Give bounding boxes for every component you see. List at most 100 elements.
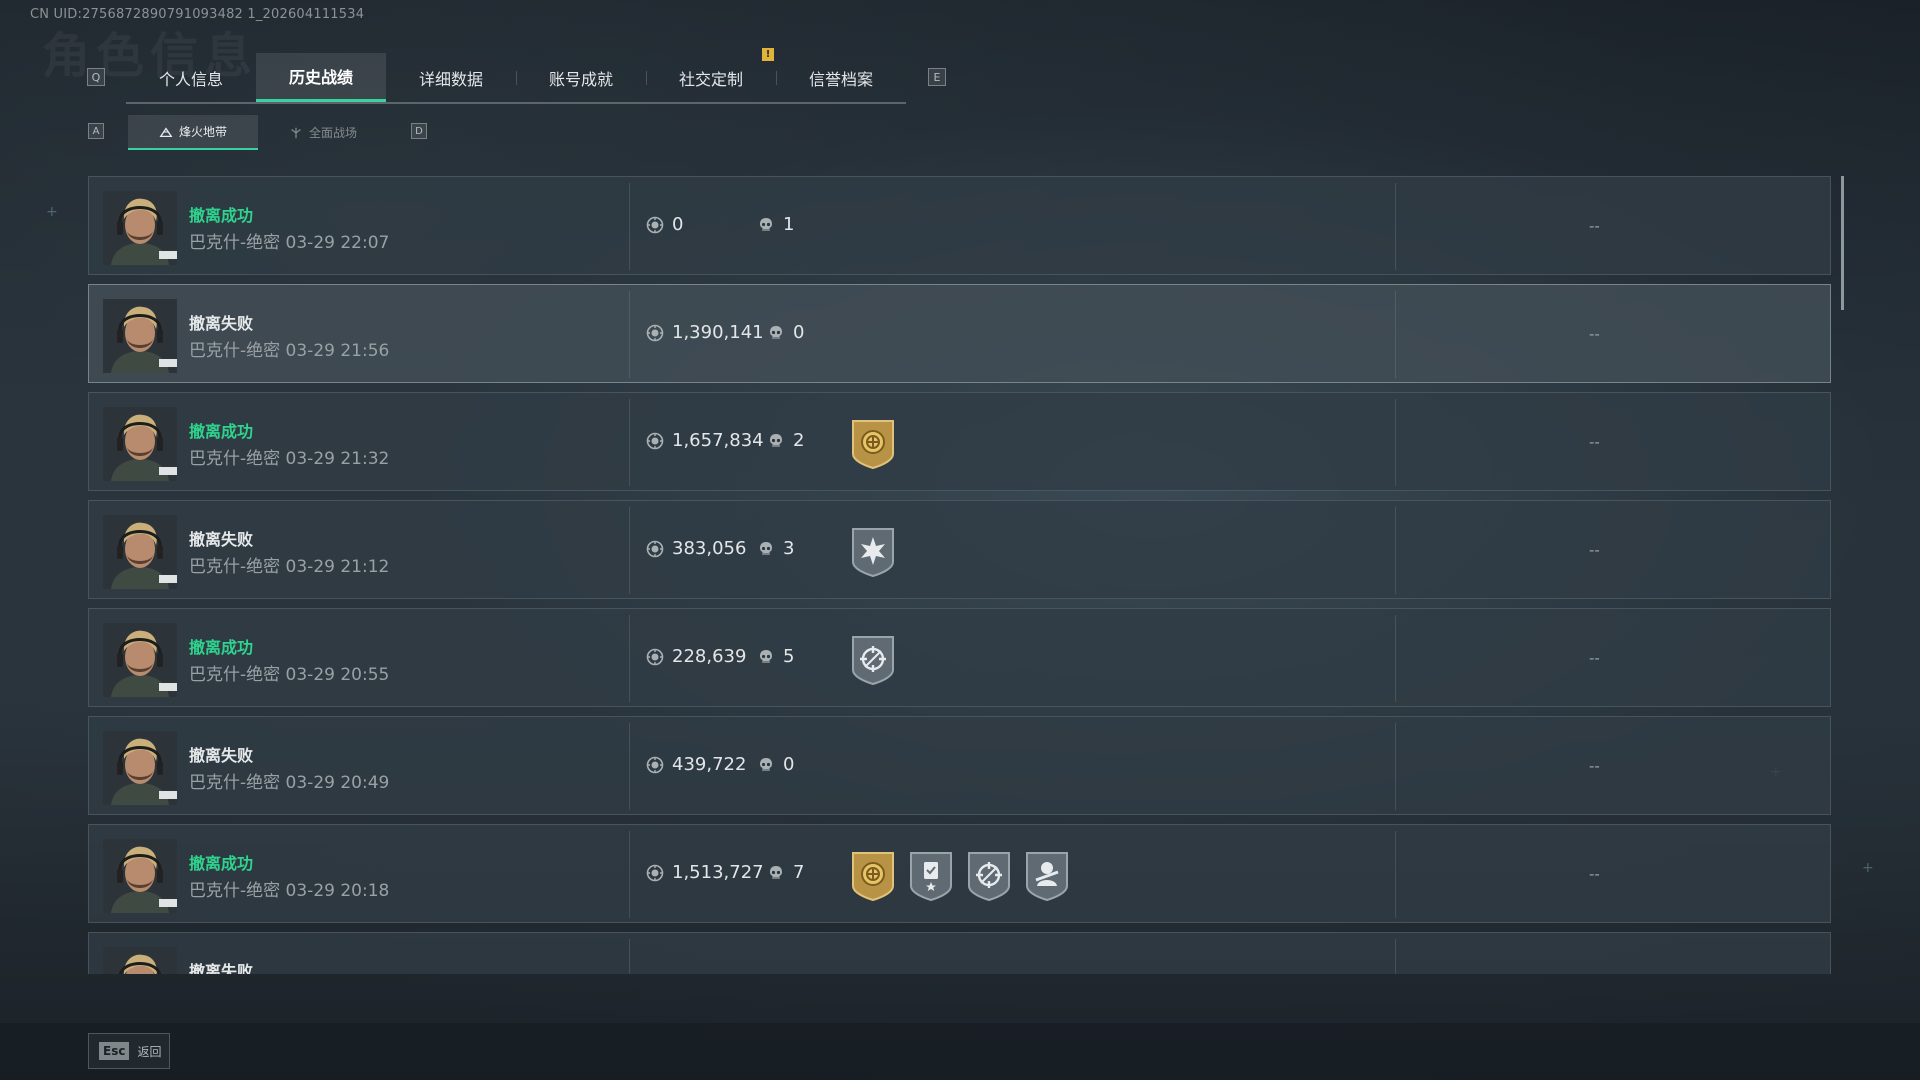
- operator-avatar: [103, 731, 177, 805]
- crosshair-badge-icon[interactable]: [850, 634, 896, 686]
- skull-icon: [767, 432, 785, 450]
- extraction-status: 撤离成功: [189, 422, 254, 441]
- column-divider: [1395, 291, 1396, 378]
- decor-cross: +: [1862, 860, 1874, 876]
- column-divider: [1395, 507, 1396, 594]
- kill-count: 0: [767, 322, 804, 343]
- tab-next-key[interactable]: E: [928, 68, 946, 86]
- subtab-prev-key[interactable]: A: [88, 123, 104, 139]
- kill-count: 3: [757, 538, 794, 559]
- subtab-2[interactable]: 全面战场: [258, 115, 388, 150]
- burst-star-badge-icon[interactable]: [850, 526, 896, 578]
- column-divider: [1395, 723, 1396, 810]
- column-divider: [629, 723, 630, 810]
- match-time: 03-29 20:49: [285, 773, 390, 793]
- column-divider: [629, 615, 630, 702]
- back-button[interactable]: Esc 返回: [88, 1033, 170, 1069]
- gold-coin-badge-icon[interactable]: [850, 418, 896, 470]
- coin-icon: [646, 864, 664, 882]
- kill-count: 7: [767, 862, 804, 883]
- extra-info: --: [1589, 541, 1600, 559]
- subtab-next-key[interactable]: D: [411, 123, 427, 139]
- skull-icon: [757, 648, 775, 666]
- mode-subtabs: 烽火地带 全面战场: [128, 115, 388, 150]
- column-divider: [629, 291, 630, 378]
- skull-icon: [767, 864, 785, 882]
- column-divider: [1395, 831, 1396, 918]
- esc-key-icon: Esc: [99, 1042, 130, 1060]
- match-time: 03-29 21:32: [285, 449, 390, 469]
- gold-coin-badge-icon[interactable]: [850, 850, 896, 902]
- tab-2[interactable]: 历史战绩: [256, 53, 386, 102]
- extra-info: --: [1589, 757, 1600, 775]
- achievement-badges: [850, 418, 896, 470]
- skull-icon: [767, 324, 785, 342]
- coin-icon: [646, 324, 664, 342]
- tab-3[interactable]: 详细数据: [386, 53, 516, 102]
- kill-count-text: 2: [793, 430, 805, 451]
- loot-value-text: 1,657,834: [672, 430, 764, 451]
- column-divider: [1395, 615, 1396, 702]
- loot-value: 1,657,834: [646, 430, 764, 451]
- loot-value-text: 0: [672, 214, 684, 235]
- map-name: 巴克什-绝密: [189, 449, 281, 469]
- tab-4[interactable]: 账号成就: [516, 53, 646, 102]
- soldier-badge-icon[interactable]: [1024, 850, 1070, 902]
- loot-value: 439,722: [646, 754, 746, 775]
- operator-avatar: [103, 191, 177, 265]
- loot-value: 1,390,141: [646, 322, 764, 343]
- operator-avatar: [103, 515, 177, 589]
- operator-avatar: [103, 839, 177, 913]
- extra-info: --: [1589, 865, 1600, 883]
- operator-avatar: [103, 407, 177, 481]
- subtab-label: 全面战场: [308, 126, 357, 140]
- loot-value: 228,639: [646, 646, 746, 667]
- loot-value-text: 1,390,141: [672, 322, 764, 343]
- match-meta: 巴克什-绝密 03-29 21:12: [189, 552, 389, 577]
- match-row[interactable]: 撤离失败 巴克什-绝密 03-29 21:12 383,056 3 --: [88, 500, 1831, 599]
- loot-value: 0: [646, 214, 683, 235]
- tab-5[interactable]: 社交定制: [646, 53, 776, 102]
- kill-count-text: 0: [783, 754, 795, 775]
- crosshair-badge-icon[interactable]: [966, 850, 1012, 902]
- coin-icon: [646, 648, 664, 666]
- column-divider: [1395, 183, 1396, 270]
- match-row[interactable]: 撤离成功 巴克什-绝密 03-29 20:18 1,513,727 7 --: [88, 824, 1831, 923]
- kill-count-text: 3: [783, 538, 795, 559]
- tab-prev-key[interactable]: Q: [87, 68, 105, 86]
- extraction-status: 撤离失败: [189, 314, 254, 333]
- match-row[interactable]: 撤离失败 巴克什-绝密 03-29 20:49 439,722 0 --: [88, 716, 1831, 815]
- coin-icon: [646, 432, 664, 450]
- operator-avatar: [103, 947, 177, 974]
- column-divider: [629, 507, 630, 594]
- battlefield-icon: [289, 126, 303, 140]
- subtab-label: 烽火地带: [178, 125, 227, 139]
- match-row[interactable]: 撤离成功 巴克什-绝密 03-29 22:07 0 1 --: [88, 176, 1831, 275]
- scrollbar-thumb[interactable]: [1841, 176, 1844, 310]
- extraction-status: 撤离成功: [189, 854, 254, 873]
- map-name: 巴克什-绝密: [189, 773, 281, 793]
- extra-info: --: [1589, 433, 1600, 451]
- footer-bar: [0, 1023, 1920, 1080]
- column-divider: [1395, 399, 1396, 486]
- kill-count: 2: [767, 430, 804, 451]
- match-meta: 巴克什-绝密 03-29 21:32: [189, 444, 389, 469]
- tab-6[interactable]: 信誉档案: [776, 53, 906, 102]
- loot-value: 1,513,727: [646, 862, 764, 883]
- match-row[interactable]: 撤离成功 巴克什-绝密 03-29 20:55 228,639 5 --: [88, 608, 1831, 707]
- column-divider: [629, 939, 630, 974]
- skull-icon: [757, 540, 775, 558]
- match-row[interactable]: 撤离失败巴克什-绝密 03-29 21:56 1,390,141 0 --: [88, 284, 1831, 383]
- coin-icon: [646, 216, 664, 234]
- clipboard-star-badge-icon[interactable]: [908, 850, 954, 902]
- match-meta: 巴克什-绝密 03-29 21:56: [189, 336, 389, 361]
- achievement-badges: [850, 634, 896, 686]
- match-meta: 巴克什-绝密 03-29 20:55: [189, 660, 389, 685]
- match-row[interactable]: 撤离失败: [88, 932, 1831, 974]
- kill-count-text: 7: [793, 862, 805, 883]
- subtab-1[interactable]: 烽火地带: [128, 115, 258, 150]
- extra-info: --: [1589, 325, 1600, 343]
- match-row[interactable]: 撤离成功巴克什-绝密 03-29 21:32 1,657,834 2 --: [88, 392, 1831, 491]
- tab-1[interactable]: 个人信息: [126, 53, 256, 102]
- column-divider: [629, 183, 630, 270]
